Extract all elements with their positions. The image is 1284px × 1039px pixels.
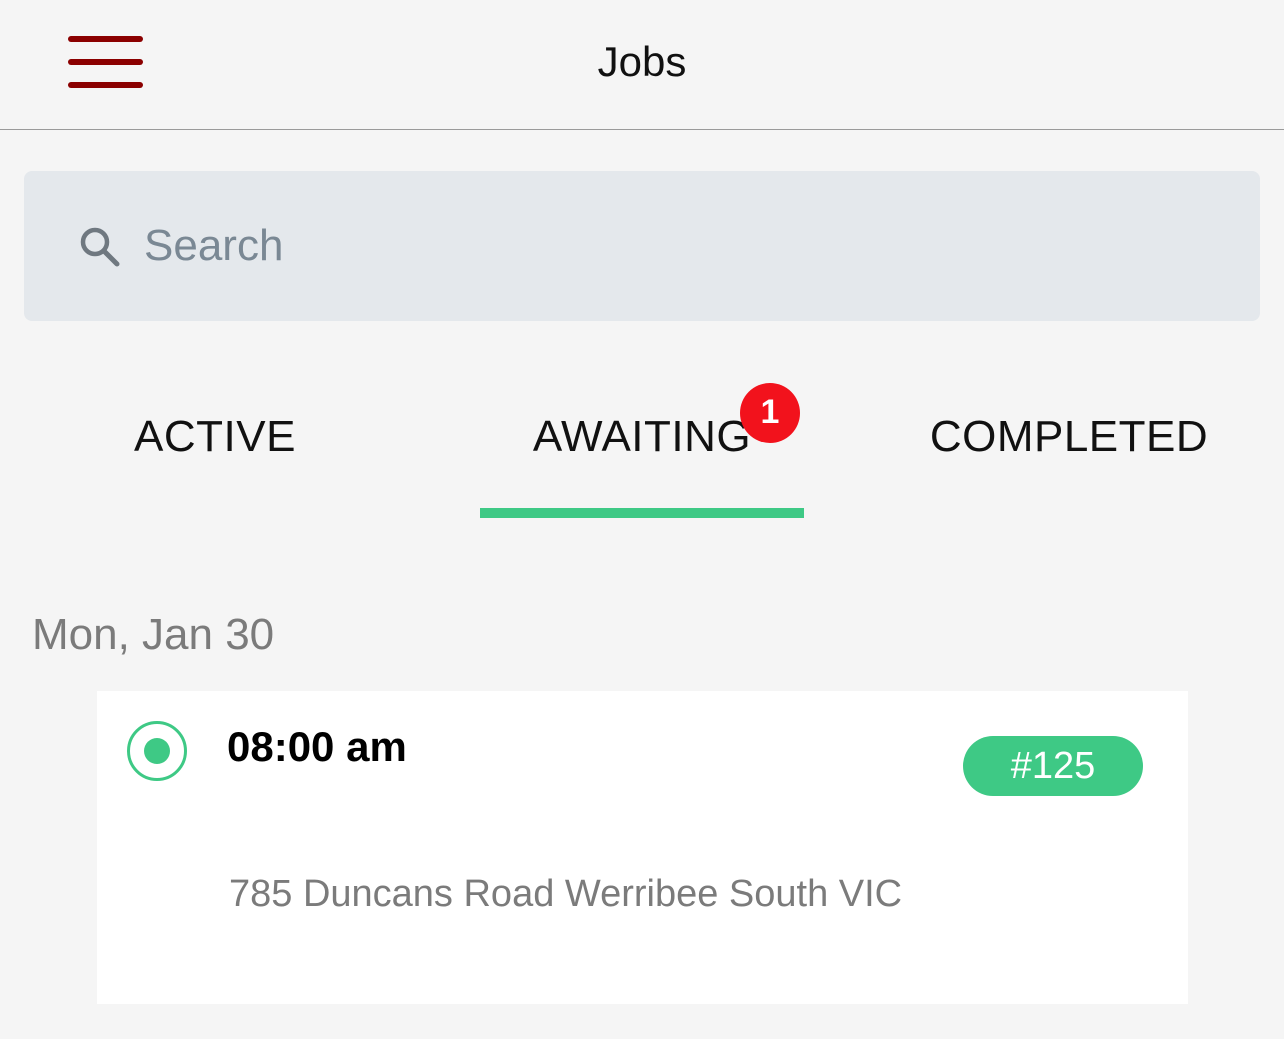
awaiting-count-badge: 1	[740, 383, 800, 443]
tab-selected-indicator	[480, 508, 804, 518]
app-header: Jobs	[0, 0, 1284, 130]
job-number-badge: #125	[963, 736, 1143, 796]
radio-dot	[144, 738, 170, 764]
job-address: 785 Duncans Road Werribee South VIC	[229, 873, 903, 915]
page-title: Jobs	[597, 38, 687, 85]
search-bar[interactable]	[24, 171, 1260, 321]
job-card[interactable]: 08:00 am #125 785 Duncans Road Werribee …	[97, 691, 1188, 1004]
status-tabs: ACTIVE AWAITING COMPLETED	[0, 380, 1284, 530]
tab-label: COMPLETED	[929, 412, 1209, 461]
search-icon	[80, 227, 120, 267]
tab-active[interactable]: ACTIVE	[0, 380, 430, 520]
tab-label: ACTIVE	[134, 412, 296, 461]
search-input[interactable]	[144, 211, 1224, 281]
section-date-header: Mon, Jan 30	[32, 610, 275, 659]
job-time: 08:00 am	[227, 723, 407, 770]
tab-completed[interactable]: COMPLETED	[854, 380, 1284, 520]
radio-selected-icon	[127, 721, 187, 781]
jobs-screen: Jobs ACTIVE AWAITING COMPLETED 1 Mon, Ja…	[0, 0, 1284, 1039]
